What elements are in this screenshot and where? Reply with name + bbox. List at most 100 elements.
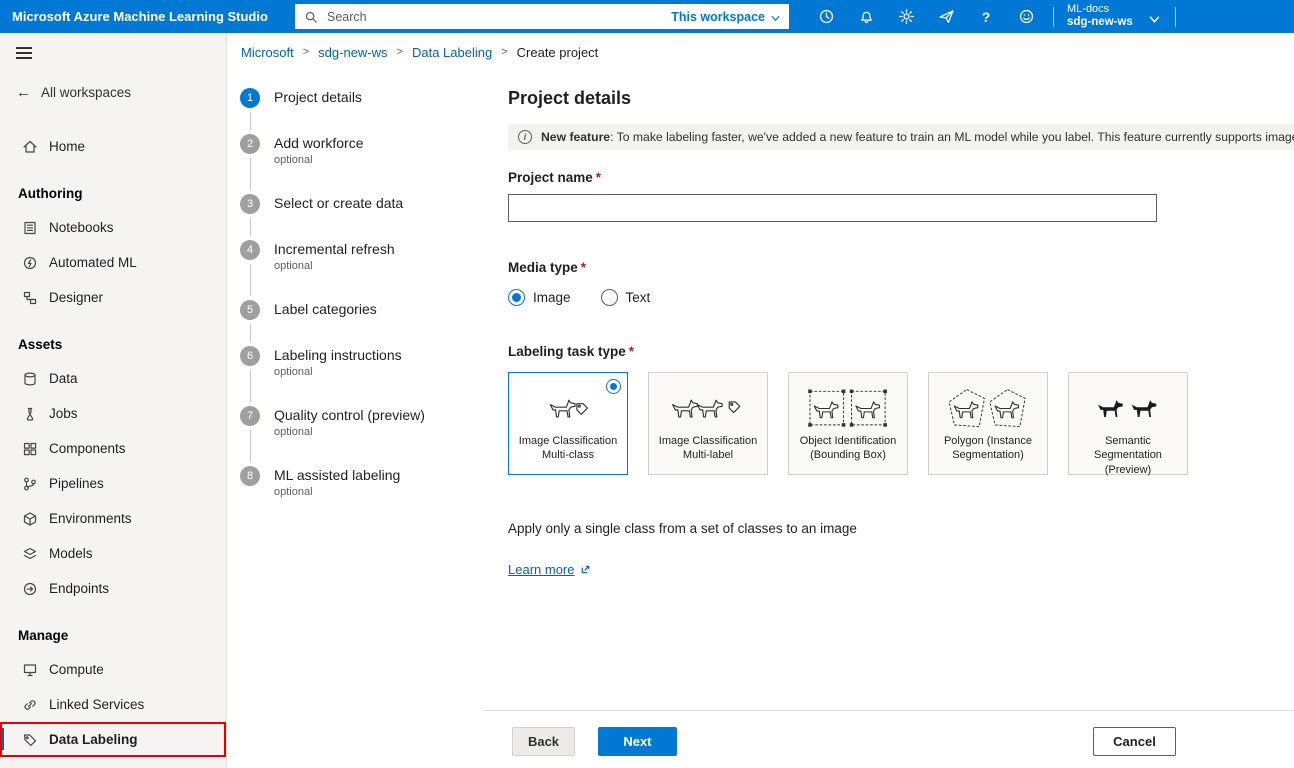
sidebar-item-label: Notebooks (49, 220, 114, 235)
project-name-input[interactable] (508, 194, 1157, 222)
step-number: 4 (240, 240, 260, 260)
chevron-down-icon (771, 12, 780, 21)
pipelines-icon (22, 476, 38, 492)
wizard-steps: 1 Project details 2 Add workforce option… (240, 88, 485, 526)
sidebar-item-label: Jobs (49, 406, 78, 421)
sidebar-item-notebooks[interactable]: Notebooks (0, 210, 226, 245)
footer-divider (483, 710, 1294, 711)
media-type-radio-image[interactable]: Image (508, 289, 571, 306)
all-workspaces-label: All workspaces (41, 85, 131, 100)
search-input[interactable] (325, 9, 664, 25)
workspace-selector[interactable]: ML-docs sdg-new-ws (1061, 3, 1139, 30)
multilabel-dogs-icon (662, 387, 754, 431)
task-card-multilabel[interactable]: Image Classification Multi-label (648, 372, 768, 475)
hamburger-menu-button[interactable] (16, 47, 32, 59)
question-mark-icon: ? (982, 9, 991, 25)
sidebar-item-components[interactable]: Components (0, 431, 226, 466)
search-scope-label: This workspace (671, 10, 765, 24)
step-label: ML assisted labeling (274, 466, 485, 484)
chevron-down-icon (1149, 12, 1158, 21)
sidebar-item-linked-services[interactable]: Linked Services (0, 687, 226, 722)
sidebar-item-designer[interactable]: Designer (0, 280, 226, 315)
wizard-step-labeling-instructions[interactable]: 6 Labeling instructions optional (240, 346, 485, 406)
sidebar-item-endpoints[interactable]: Endpoints (0, 571, 226, 606)
sidebar-item-pipelines[interactable]: Pipelines (0, 466, 226, 501)
step-optional-label: optional (274, 154, 485, 166)
breadcrumb-link[interactable]: Data Labeling (412, 45, 492, 60)
step-label: Quality control (preview) (274, 406, 485, 424)
wizard-step-select-data[interactable]: 3 Select or create data (240, 194, 485, 240)
radio-label: Text (626, 290, 651, 305)
sidebar-item-models[interactable]: Models (0, 536, 226, 571)
learn-more-link[interactable]: Learn more (508, 562, 591, 577)
breadcrumb-separator: > (397, 46, 403, 58)
sidebar-item-label: Pipelines (49, 476, 104, 491)
back-button[interactable]: Back (512, 727, 575, 756)
sidebar-item-label: Endpoints (49, 581, 109, 596)
history-button[interactable] (806, 0, 846, 33)
wizard-step-add-workforce[interactable]: 2 Add workforce optional (240, 134, 485, 194)
sidebar-item-label: Models (49, 546, 93, 561)
task-type-cards: Image Classification Multi-class Image C… (508, 372, 1294, 475)
new-feature-banner: i New feature: To make labeling faster, … (508, 124, 1294, 150)
sidebar-item-compute[interactable]: Compute (0, 652, 226, 687)
help-button[interactable]: ? (966, 0, 1006, 33)
search-scope-dropdown[interactable]: This workspace (671, 10, 780, 24)
cancel-button[interactable]: Cancel (1093, 727, 1176, 756)
wizard-step-project-details[interactable]: 1 Project details (240, 88, 485, 134)
breadcrumb-link[interactable]: Microsoft (241, 45, 294, 60)
sidebar-item-home[interactable]: Home (0, 129, 226, 164)
endpoints-icon (22, 581, 38, 597)
models-icon (22, 546, 38, 562)
feedback-send-button[interactable] (926, 0, 966, 33)
next-button[interactable]: Next (598, 727, 677, 756)
bounding-box-dogs-icon (802, 387, 894, 431)
step-optional-label: optional (274, 486, 485, 498)
sidebar-section-assets: Assets (0, 327, 226, 361)
sidebar-item-label: Data (49, 371, 78, 386)
sidebar-item-automated-ml[interactable]: Automated ML (0, 245, 226, 280)
sidebar-item-data[interactable]: Data (0, 361, 226, 396)
settings-button[interactable] (886, 0, 926, 33)
sidebar-item-data-labeling[interactable]: Data Labeling (0, 722, 226, 757)
wizard-step-ml-assisted-labeling[interactable]: 8 ML assisted labeling optional (240, 466, 485, 526)
sidebar-item-label: Environments (49, 511, 132, 526)
task-card-polygon[interactable]: Polygon (Instance Segmentation) (928, 372, 1048, 475)
components-icon (22, 441, 38, 457)
required-asterisk: * (581, 260, 586, 275)
breadcrumb-link[interactable]: sdg-new-ws (318, 45, 387, 60)
search-box[interactable]: This workspace (295, 4, 789, 29)
task-card-object-identification[interactable]: Object Identification (Bounding Box) (788, 372, 908, 475)
task-type-label: Labeling task type* (508, 344, 1294, 359)
media-type-radio-text[interactable]: Text (601, 289, 651, 306)
media-type-label: Media type* (508, 260, 1294, 275)
notebook-icon (22, 220, 38, 236)
step-number: 8 (240, 466, 260, 486)
sidebar-item-label: Compute (49, 662, 104, 677)
notifications-button[interactable] (846, 0, 886, 33)
task-card-semantic-segmentation[interactable]: Semantic Segmentation (Preview) (1068, 372, 1188, 475)
step-number: 1 (240, 88, 260, 108)
smiley-feedback-button[interactable] (1006, 0, 1046, 33)
step-label: Labeling instructions (274, 346, 485, 364)
main-content: Project details i New feature: To make l… (508, 80, 1294, 577)
wizard-step-label-categories[interactable]: 5 Label categories (240, 300, 485, 346)
database-icon (22, 371, 38, 387)
sidebar-item-jobs[interactable]: Jobs (0, 396, 226, 431)
designer-icon (22, 290, 38, 306)
wizard-step-incremental-refresh[interactable]: 4 Incremental refresh optional (240, 240, 485, 300)
wizard-step-quality-control[interactable]: 7 Quality control (preview) optional (240, 406, 485, 466)
task-description: Apply only a single class from a set of … (508, 521, 1294, 536)
search-icon (304, 10, 318, 24)
all-workspaces-back[interactable]: ← All workspaces (0, 77, 226, 107)
sidebar: ← All workspaces Home Authoring Notebook… (0, 33, 227, 768)
top-bar: Microsoft Azure Machine Learning Studio … (0, 0, 1294, 33)
sidebar-item-label: Data Labeling (49, 732, 138, 747)
workspace-name: ML-docs (1067, 3, 1133, 16)
monitor-icon (22, 662, 38, 678)
step-number: 5 (240, 300, 260, 320)
info-icon: i (518, 130, 532, 144)
task-card-multiclass[interactable]: Image Classification Multi-class (508, 372, 628, 475)
step-optional-label: optional (274, 260, 485, 272)
sidebar-item-environments[interactable]: Environments (0, 501, 226, 536)
